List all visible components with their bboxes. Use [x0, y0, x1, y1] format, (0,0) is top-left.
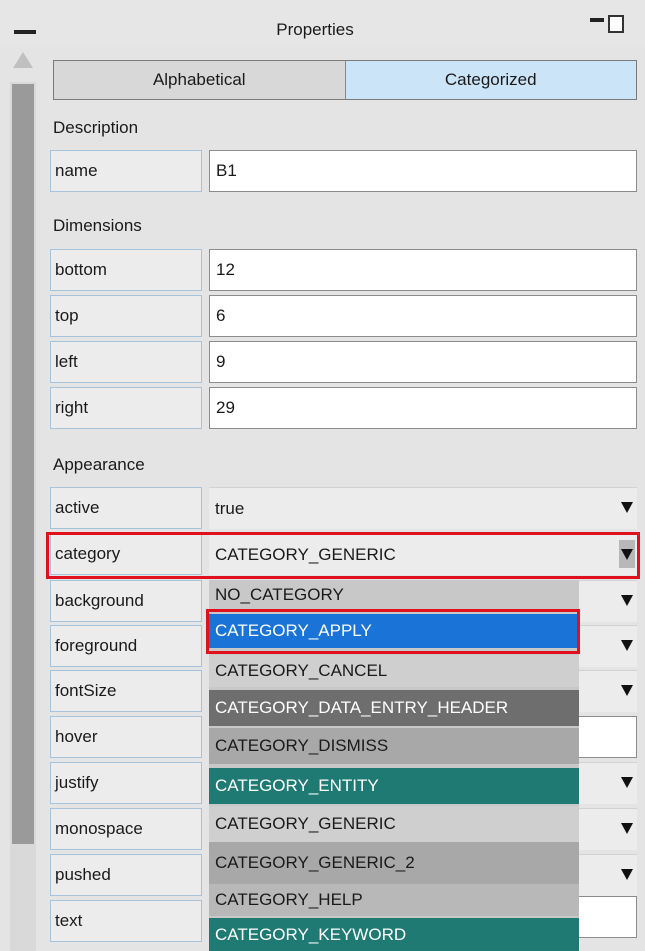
apply-option-highlight-box	[206, 609, 580, 654]
chevron-down-icon[interactable]	[621, 685, 633, 696]
property-label-justify: justify	[50, 762, 202, 804]
section-dimensions: Dimensions	[53, 216, 142, 235]
dropdown-option[interactable]: CATEGORY_DATA_ENTRY_HEADER	[209, 690, 579, 726]
dropdown-option[interactable]: CATEGORY_HELP	[209, 884, 579, 916]
dropdown-option[interactable]: CATEGORY_KEYWORD	[209, 918, 579, 951]
chevron-down-icon[interactable]	[621, 869, 633, 880]
property-label-hover: hover	[50, 716, 202, 758]
name-field[interactable]: B1	[209, 150, 637, 192]
dropdown-option[interactable]: CATEGORY_DISMISS	[209, 728, 579, 764]
tab-categorized[interactable]: Categorized	[345, 61, 636, 99]
chevron-down-icon[interactable]	[621, 640, 633, 651]
property-label-name: name	[50, 150, 202, 192]
dropdown-option[interactable]: CATEGORY_GENERIC	[209, 806, 579, 842]
scroll-thumb[interactable]	[12, 84, 34, 844]
category-highlight-box	[46, 532, 640, 579]
vertical-scrollbar[interactable]	[10, 44, 36, 951]
dropdown-option[interactable]: NO_CATEGORY	[209, 580, 579, 610]
tab-alphabetical[interactable]: Alphabetical	[54, 61, 346, 99]
section-appearance: Appearance	[53, 455, 145, 474]
maximize-icon[interactable]	[608, 15, 624, 33]
title-bar: Properties	[0, 0, 645, 44]
property-label-background: background	[50, 580, 202, 622]
dropdown-option[interactable]: CATEGORY_GENERIC_2	[209, 842, 579, 884]
view-tabs: Alphabetical Categorized	[53, 60, 637, 100]
property-label-right: right	[50, 387, 202, 429]
panel-title: Properties	[276, 20, 354, 39]
left-field[interactable]: 9	[209, 341, 637, 383]
scroll-up-icon[interactable]	[10, 44, 36, 82]
property-label-monospace: monospace	[50, 808, 202, 850]
chevron-down-icon[interactable]	[621, 823, 633, 834]
active-select[interactable]: true	[209, 487, 637, 529]
property-label-pushed: pushed	[50, 854, 202, 896]
bottom-field[interactable]: 12	[209, 249, 637, 291]
property-label-left: left	[50, 341, 202, 383]
chevron-down-icon[interactable]	[621, 595, 633, 606]
chevron-down-icon[interactable]	[621, 777, 633, 788]
property-label-top: top	[50, 295, 202, 337]
property-label-fontsize: fontSize	[50, 670, 202, 712]
right-field[interactable]: 29	[209, 387, 637, 429]
property-label-foreground: foreground	[50, 625, 202, 667]
property-label-text: text	[50, 900, 202, 942]
dropdown-option[interactable]: CATEGORY_ENTITY	[209, 768, 579, 804]
dropdown-option[interactable]: CATEGORY_CANCEL	[209, 655, 579, 687]
top-field[interactable]: 6	[209, 295, 637, 337]
active-value: true	[215, 498, 245, 518]
chevron-down-icon[interactable]	[621, 502, 633, 513]
property-label-active: active	[50, 487, 202, 529]
property-label-bottom: bottom	[50, 249, 202, 291]
minimize-icon[interactable]	[590, 18, 604, 22]
section-description: Description	[53, 118, 139, 137]
